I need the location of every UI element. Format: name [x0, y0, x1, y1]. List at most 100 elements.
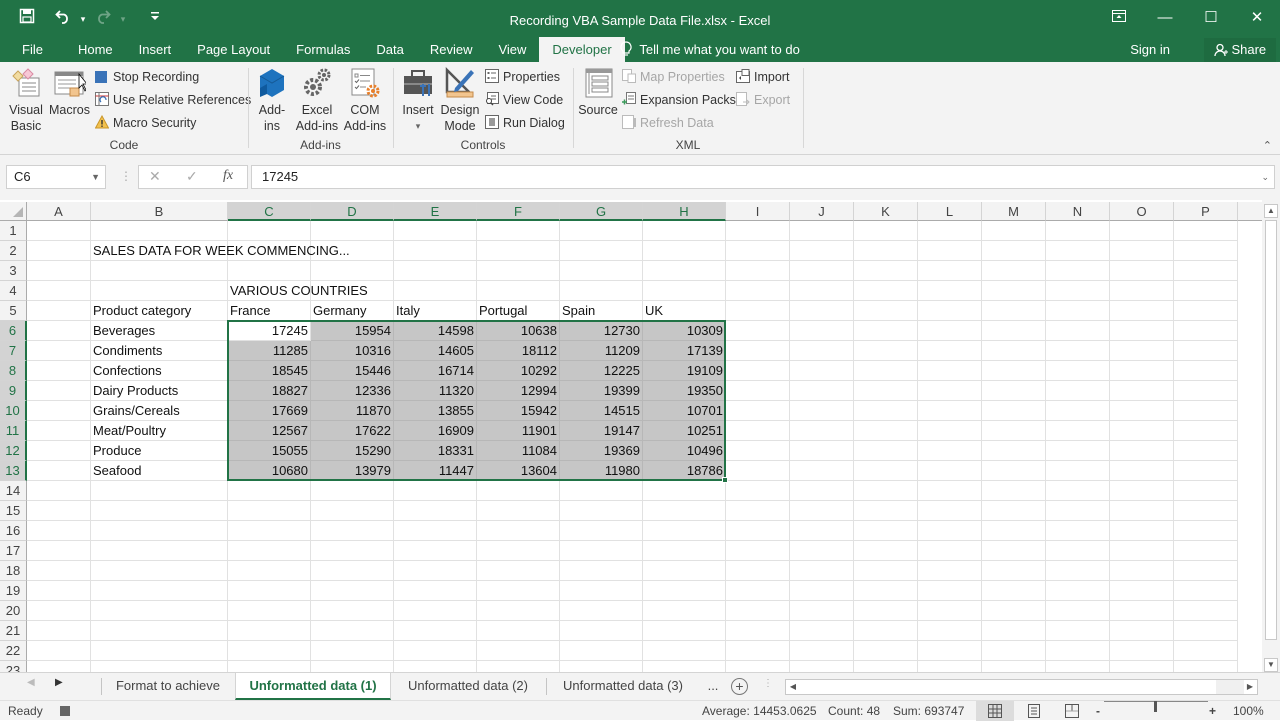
- cell-i15[interactable]: [726, 501, 790, 521]
- enter-icon[interactable]: ✓: [186, 168, 198, 185]
- cell-f20[interactable]: [477, 601, 560, 621]
- cell-m4[interactable]: [982, 281, 1046, 301]
- sign-in-link[interactable]: Sign in: [1130, 37, 1170, 62]
- cell-p1[interactable]: [1174, 221, 1238, 241]
- cell-k9[interactable]: [854, 381, 918, 401]
- cell-o23[interactable]: [1110, 661, 1174, 672]
- close-icon[interactable]: ✕: [1234, 0, 1280, 36]
- excel-addins-button[interactable]: Excel Add-ins: [293, 66, 341, 134]
- cell-a21[interactable]: [27, 621, 91, 641]
- row-header-6[interactable]: 6: [0, 321, 27, 341]
- cell-d1[interactable]: [311, 221, 394, 241]
- cell-d20[interactable]: [311, 601, 394, 621]
- cell-l18[interactable]: [918, 561, 982, 581]
- cell-e9[interactable]: 11320: [394, 381, 477, 401]
- cell-n10[interactable]: [1046, 401, 1110, 421]
- cell-l1[interactable]: [918, 221, 982, 241]
- cell-c4[interactable]: VARIOUS COUNTRIES: [228, 281, 368, 301]
- cell-g1[interactable]: [560, 221, 643, 241]
- formula-input[interactable]: 17245 ⌄: [251, 165, 1275, 189]
- cell-e23[interactable]: [394, 661, 477, 672]
- expansion-packs-button[interactable]: Expansion Packs: [622, 89, 736, 111]
- cell-g20[interactable]: [560, 601, 643, 621]
- page-layout-view-icon[interactable]: [1027, 704, 1041, 724]
- cell-m1[interactable]: [982, 221, 1046, 241]
- cell-l14[interactable]: [918, 481, 982, 501]
- cell-g23[interactable]: [560, 661, 643, 672]
- addins-button[interactable]: Add- ins: [253, 66, 291, 134]
- cell-b17[interactable]: [91, 541, 228, 561]
- cell-n6[interactable]: [1046, 321, 1110, 341]
- cell-i10[interactable]: [726, 401, 790, 421]
- cell-a6[interactable]: [27, 321, 91, 341]
- save-icon[interactable]: [14, 8, 40, 30]
- cell-m18[interactable]: [982, 561, 1046, 581]
- name-box[interactable]: C6 ▼: [6, 165, 106, 189]
- cell-p9[interactable]: [1174, 381, 1238, 401]
- insert-function-icon[interactable]: fx: [223, 168, 233, 184]
- row-header-16[interactable]: 16: [0, 521, 27, 541]
- tab-review[interactable]: Review: [417, 37, 486, 62]
- cell-l4[interactable]: [918, 281, 982, 301]
- cell-c20[interactable]: [228, 601, 311, 621]
- scroll-down-icon[interactable]: ▼: [1264, 658, 1278, 672]
- cell-d8[interactable]: 15446: [311, 361, 394, 381]
- cell-p19[interactable]: [1174, 581, 1238, 601]
- cell-f8[interactable]: 10292: [477, 361, 560, 381]
- cell-p7[interactable]: [1174, 341, 1238, 361]
- cell-j7[interactable]: [790, 341, 854, 361]
- cell-i6[interactable]: [726, 321, 790, 341]
- row-header-9[interactable]: 9: [0, 381, 27, 401]
- cell-i22[interactable]: [726, 641, 790, 661]
- cell-k16[interactable]: [854, 521, 918, 541]
- cell-b7[interactable]: Condiments: [91, 341, 228, 361]
- cell-b10[interactable]: Grains/Cereals: [91, 401, 228, 421]
- sheet-tab-unformatted-data-3[interactable]: Unformatted data (3): [548, 673, 698, 700]
- cell-j13[interactable]: [790, 461, 854, 481]
- macro-security-button[interactable]: Macro Security: [94, 112, 196, 134]
- cell-p5[interactable]: [1174, 301, 1238, 321]
- cell-h2[interactable]: [643, 241, 726, 261]
- cell-h19[interactable]: [643, 581, 726, 601]
- run-dialog-button[interactable]: Run Dialog: [485, 112, 565, 134]
- cell-m6[interactable]: [982, 321, 1046, 341]
- cell-l9[interactable]: [918, 381, 982, 401]
- cell-k12[interactable]: [854, 441, 918, 461]
- row-header-3[interactable]: 3: [0, 261, 27, 281]
- vertical-scrollbar[interactable]: ▲ ▼: [1262, 200, 1280, 672]
- sheet-nav-prev-icon[interactable]: ◀: [27, 677, 35, 688]
- cell-c13[interactable]: 10680: [228, 461, 311, 481]
- cell-d11[interactable]: 17622: [311, 421, 394, 441]
- column-header-i[interactable]: I: [726, 202, 790, 221]
- row-header-4[interactable]: 4: [0, 281, 27, 301]
- cell-d22[interactable]: [311, 641, 394, 661]
- cell-h3[interactable]: [643, 261, 726, 281]
- cell-b15[interactable]: [91, 501, 228, 521]
- cell-a5[interactable]: [27, 301, 91, 321]
- cell-o21[interactable]: [1110, 621, 1174, 641]
- cell-h21[interactable]: [643, 621, 726, 641]
- cell-i23[interactable]: [726, 661, 790, 672]
- cell-a14[interactable]: [27, 481, 91, 501]
- cell-e4[interactable]: [394, 281, 477, 301]
- tell-me-box[interactable]: Tell me what you want to do: [620, 37, 800, 65]
- cell-p10[interactable]: [1174, 401, 1238, 421]
- cell-p18[interactable]: [1174, 561, 1238, 581]
- tab-split-grip[interactable]: ⋮: [763, 678, 773, 689]
- cell-h15[interactable]: [643, 501, 726, 521]
- cell-g12[interactable]: 19369: [560, 441, 643, 461]
- ribbon-display-options-icon[interactable]: [1096, 0, 1142, 36]
- cell-j21[interactable]: [790, 621, 854, 641]
- customize-qat-icon[interactable]: [148, 8, 162, 30]
- cell-l16[interactable]: [918, 521, 982, 541]
- cell-l3[interactable]: [918, 261, 982, 281]
- cell-l20[interactable]: [918, 601, 982, 621]
- cell-k21[interactable]: [854, 621, 918, 641]
- cell-c10[interactable]: 17669: [228, 401, 311, 421]
- cell-k14[interactable]: [854, 481, 918, 501]
- cell-g6[interactable]: 12730: [560, 321, 643, 341]
- cell-m22[interactable]: [982, 641, 1046, 661]
- cell-a16[interactable]: [27, 521, 91, 541]
- design-mode-button[interactable]: Design Mode: [438, 66, 482, 134]
- cell-l6[interactable]: [918, 321, 982, 341]
